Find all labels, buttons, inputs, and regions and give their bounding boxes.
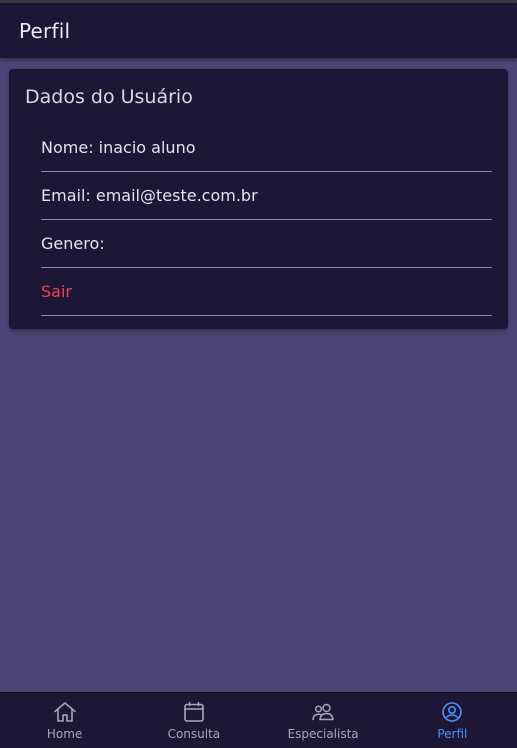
tab-home-label: Home (46, 727, 83, 741)
list-item-email: Email: email@teste.com.br (41, 172, 492, 220)
tab-perfil[interactable]: Perfil (388, 693, 517, 748)
people-icon (312, 703, 334, 721)
person-circle-icon (442, 702, 463, 722)
page-title: Perfil (19, 19, 71, 43)
tab-home[interactable]: Home (0, 693, 129, 748)
tab-perfil-label: Perfil (437, 727, 468, 741)
tab-especialista-label: Especialista (287, 727, 359, 741)
logout-button[interactable]: Sair (41, 282, 72, 302)
user-data-list: Nome: inacio aluno Email: email@teste.co… (41, 124, 492, 316)
list-item-gender: Genero: (41, 220, 492, 268)
email-label: Email: email@teste.com.br (41, 186, 258, 205)
home-icon (53, 702, 76, 722)
gender-label: Genero: (41, 234, 105, 253)
app-header: Perfil (0, 3, 517, 58)
card-title: Dados do Usuário (25, 86, 193, 108)
tab-consulta-label: Consulta (167, 727, 221, 741)
tab-bar: Home Consulta Especialista Perfil (0, 692, 517, 748)
name-label: Nome: inacio aluno (41, 138, 196, 157)
logout-item[interactable]: Sair (41, 268, 492, 316)
tab-especialista[interactable]: Especialista (259, 693, 388, 748)
user-data-card: Dados do Usuário Nome: inacio aluno Emai… (9, 69, 508, 329)
calendar-icon (184, 701, 204, 722)
tab-consulta[interactable]: Consulta (129, 693, 258, 748)
list-item-name: Nome: inacio aluno (41, 124, 492, 172)
